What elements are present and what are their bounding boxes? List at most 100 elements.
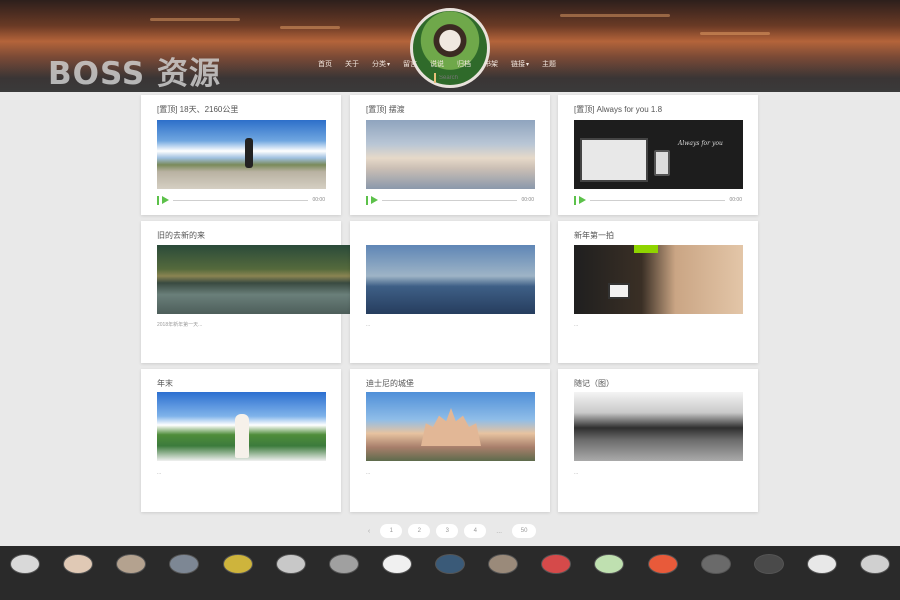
prev-page-icon[interactable]: ‹ — [368, 528, 370, 535]
search-input[interactable] — [439, 75, 489, 81]
friend-avatar[interactable] — [488, 554, 519, 574]
devices-screenshot[interactable]: Always for you — [574, 120, 743, 189]
post-excerpt: ... — [574, 470, 579, 476]
pagination: ‹ 1 2 3 4 ... 50 — [0, 524, 900, 538]
search-cursor-icon — [434, 73, 436, 83]
sky-photo[interactable] — [366, 120, 535, 189]
audio-time: 00:00 — [521, 197, 534, 203]
image-caption: Always for you — [678, 140, 723, 147]
post-excerpt: ... — [366, 470, 371, 476]
cloud-decoration — [150, 18, 240, 21]
post-title[interactable]: 随记（图） — [574, 378, 614, 389]
audio-bar-icon — [157, 195, 159, 205]
friend-avatar[interactable] — [700, 554, 731, 574]
audio-bar-icon — [574, 195, 576, 205]
post-title[interactable]: 年末 — [157, 378, 173, 389]
post-card[interactable]: ... — [350, 221, 550, 363]
post-title[interactable]: 迪士尼的城堡 — [366, 378, 414, 389]
post-card[interactable]: 新年第一拍 ... — [558, 221, 758, 363]
audio-player: 00:00 — [157, 195, 325, 205]
bw-photo[interactable] — [574, 392, 743, 461]
post-card[interactable]: [置顶] 摆渡 00:00 — [350, 95, 550, 215]
chevron-down-icon: ▾ — [526, 62, 530, 68]
cloud-decoration — [560, 14, 670, 17]
page-button[interactable]: 4 — [464, 524, 487, 538]
friend-avatar[interactable] — [435, 554, 465, 574]
friend-avatar[interactable] — [381, 554, 412, 574]
friend-avatar[interactable] — [594, 554, 625, 574]
laptop-screen — [580, 138, 648, 182]
audio-progress[interactable] — [173, 199, 309, 201]
friend-avatar[interactable] — [222, 554, 253, 574]
friend-links — [10, 554, 890, 574]
page-button[interactable]: 3 — [436, 524, 459, 538]
post-card[interactable]: [置顶] 18天、2160公里 00:00 — [141, 95, 341, 215]
play-icon[interactable] — [162, 196, 169, 204]
friend-avatar[interactable] — [647, 554, 678, 574]
post-excerpt: ... — [574, 322, 579, 328]
nav-item-category[interactable]: 分类▾ — [372, 59, 390, 69]
cloud-decoration — [700, 32, 770, 35]
audio-bar-icon — [366, 195, 368, 205]
post-card[interactable]: 随记（图） ... — [558, 369, 758, 512]
post-excerpt: 2018年新年第一天... — [157, 322, 203, 328]
post-card[interactable]: 年末 ... — [141, 369, 341, 512]
coast-photo[interactable] — [366, 245, 535, 314]
cloud-decoration — [280, 26, 340, 29]
friend-avatar[interactable] — [10, 554, 40, 574]
nav-item-archive[interactable]: 归档 — [457, 59, 471, 69]
friend-avatar[interactable] — [169, 554, 200, 574]
site-footer — [0, 546, 900, 600]
headband — [634, 245, 658, 253]
nav-item-links[interactable]: 链接▾ — [511, 59, 529, 69]
castle-photo[interactable] — [366, 392, 535, 461]
post-title[interactable]: [置顶] 摆渡 — [366, 104, 405, 115]
post-card[interactable]: 旧的去新的来 2018年新年第一天... — [141, 221, 357, 363]
person-figure — [245, 138, 253, 168]
nav-item-about[interactable]: 关于 — [345, 59, 359, 69]
woman-photo[interactable] — [157, 392, 326, 461]
nav-item-home[interactable]: 首页 — [318, 59, 332, 69]
watermark-logo: BOSS 资源 — [48, 56, 222, 92]
last-page-button[interactable]: 50 — [512, 524, 537, 538]
device-box — [608, 283, 630, 299]
nav-item-guestbook[interactable]: 留言 — [403, 59, 417, 69]
nav-item-bookshelf[interactable]: 书架 — [484, 59, 498, 69]
post-card[interactable]: [置顶] Always for you 1.8 Always for you 0… — [558, 95, 758, 215]
road-trip-photo[interactable] — [157, 120, 326, 189]
friend-avatar[interactable] — [116, 554, 147, 574]
lake-photo[interactable] — [157, 245, 357, 314]
audio-time: 00:00 — [312, 197, 325, 203]
friend-avatar[interactable] — [541, 554, 572, 574]
audio-player: 00:00 — [574, 195, 742, 205]
friend-avatar[interactable] — [806, 554, 837, 574]
friend-avatar[interactable] — [328, 554, 359, 574]
audio-time: 00:00 — [729, 197, 742, 203]
post-excerpt: ... — [366, 322, 371, 328]
friend-avatar[interactable] — [275, 554, 306, 574]
post-excerpt: ... — [157, 470, 162, 476]
post-title[interactable]: [置顶] Always for you 1.8 — [574, 104, 662, 115]
post-title[interactable]: [置顶] 18天、2160公里 — [157, 104, 238, 115]
woman-figure — [235, 414, 249, 458]
play-icon[interactable] — [579, 196, 586, 204]
audio-progress[interactable] — [382, 199, 518, 201]
main-nav: 首页 关于 分类▾ 留言 说说 归档 书架 链接▾ 主题 — [318, 59, 569, 69]
friend-avatar[interactable] — [753, 554, 784, 574]
page-button[interactable]: 1 — [380, 524, 403, 538]
audio-progress[interactable] — [590, 199, 726, 201]
castle-shape — [421, 408, 481, 446]
pagination-ellipsis: ... — [496, 527, 503, 535]
friend-avatar[interactable] — [63, 554, 94, 574]
post-card[interactable]: 迪士尼的城堡 ... — [350, 369, 550, 512]
post-title[interactable]: 新年第一拍 — [574, 230, 614, 241]
audio-player: 00:00 — [366, 195, 534, 205]
page-button[interactable]: 2 — [408, 524, 431, 538]
friend-avatar[interactable] — [860, 554, 890, 574]
play-icon[interactable] — [371, 196, 378, 204]
post-title[interactable]: 旧的去新的来 — [157, 230, 205, 241]
nav-item-theme[interactable]: 主题 — [542, 59, 556, 69]
search-box — [434, 73, 489, 83]
nav-item-moments[interactable]: 说说 — [430, 59, 444, 69]
gym-photo[interactable] — [574, 245, 743, 314]
